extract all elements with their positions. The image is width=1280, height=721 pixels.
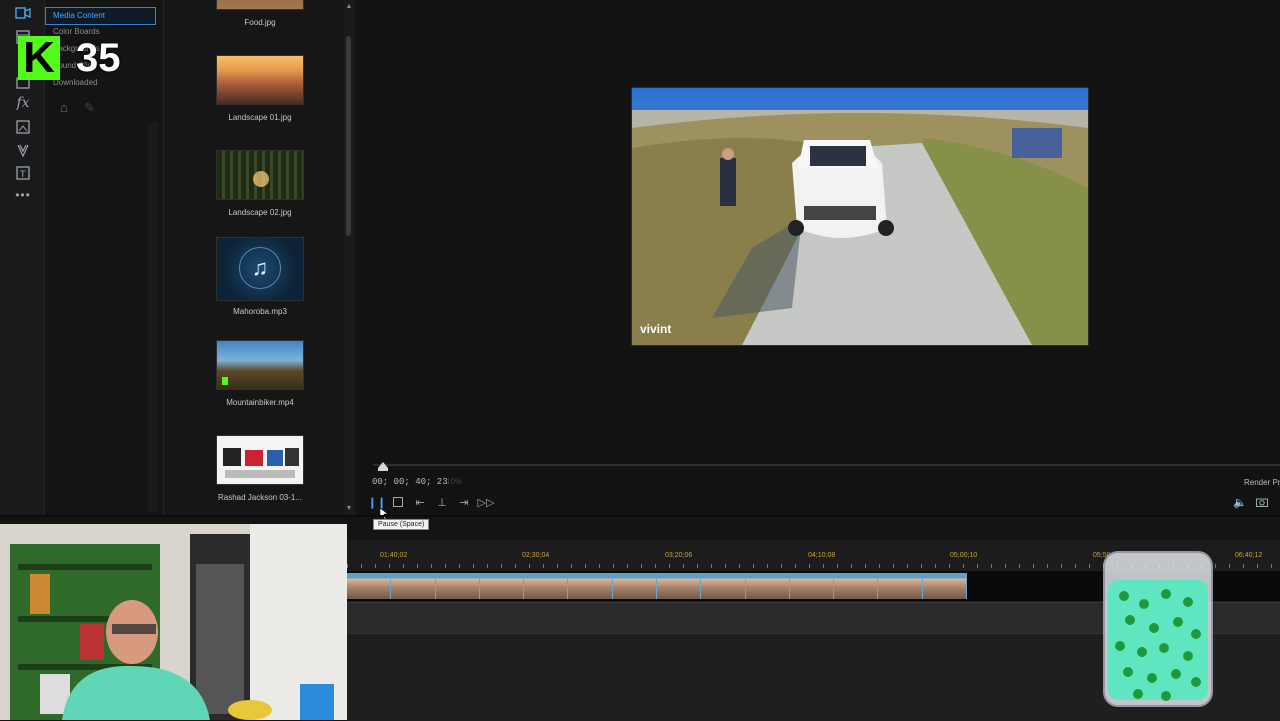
stop-button[interactable] [390, 495, 406, 509]
scroll-up-arrow-icon[interactable]: ▲ [344, 3, 354, 11]
preview-timecode: 00; 00; 40; 23 [372, 477, 448, 487]
ruler-label: 06;40;12 [1235, 552, 1263, 559]
media-item-food[interactable]: Food.jpg [216, 0, 304, 27]
video-clip[interactable] [347, 573, 967, 599]
kick-logo-letter: K [18, 36, 60, 80]
media-thumbnail [216, 435, 304, 485]
stop-icon [393, 497, 403, 507]
particle-icon[interactable] [12, 141, 34, 159]
media-thumbnail [216, 0, 304, 10]
mouse-cursor [379, 507, 389, 521]
render-preview-button[interactable]: Render Pr [1244, 478, 1280, 487]
title-room-icon[interactable]: T [12, 164, 34, 182]
media-room-icon[interactable] [12, 4, 34, 22]
scroll-down-arrow-icon[interactable]: ▼ [344, 505, 354, 513]
more-options-icon[interactable]: ••• [12, 186, 34, 204]
effects-fx-icon[interactable]: fx [12, 94, 34, 112]
ruler-label: 01;40;02 [380, 552, 408, 559]
media-item-label: Food.jpg [244, 18, 276, 27]
preview-video-frame: vivint [631, 87, 1089, 346]
media-library-panel: Food.jpg Landscape 01.jpg Landscape 02.j… [163, 0, 356, 515]
media-item-mahoroba[interactable]: ♫ Mahoroba.mp3 [216, 237, 304, 316]
media-item-label: Mountainbiker.mp4 [226, 398, 294, 407]
media-item-label: Landscape 02.jpg [228, 208, 292, 217]
previous-frame-button[interactable]: ⇤ [412, 495, 428, 509]
ruler-label: 05;00;10 [950, 552, 978, 559]
pause-tooltip: Pause (Space) [373, 519, 430, 530]
kick-logo-overlay: K 35 [14, 36, 132, 84]
media-item-landscape-01[interactable]: Landscape 01.jpg [216, 55, 304, 122]
panel-divider[interactable] [0, 515, 1280, 517]
seek-handle[interactable] [377, 458, 389, 471]
svg-text:T: T [19, 170, 26, 180]
ruler-label: 02;30;04 [522, 552, 550, 559]
volume-icon[interactable]: 🔈 [1232, 495, 1248, 509]
snapshot-camera-icon[interactable] [1254, 495, 1270, 509]
music-note-icon: ♫ [239, 247, 281, 289]
mark-in-button[interactable]: ⊥ [434, 495, 450, 509]
pip-objects-icon[interactable] [12, 118, 34, 136]
media-thumbnail: ♫ [216, 237, 304, 301]
doorbell-camera-frame [632, 88, 1088, 345]
fast-forward-button[interactable]: ▷▷ [478, 495, 495, 509]
jar-overlay-graphic [1100, 548, 1216, 710]
menu-item-media-content[interactable]: Media Content [45, 7, 156, 25]
edit-tag-icon[interactable]: ✎ [84, 100, 104, 120]
ruler-label: 04;10;08 [808, 552, 836, 559]
media-item-mountainbiker[interactable]: Mountainbiker.mp4 [216, 340, 304, 407]
media-item-rashad-jackson[interactable]: Rashad Jackson 03-1... [216, 435, 304, 502]
next-frame-button[interactable]: ⇥ [456, 495, 472, 509]
vivint-watermark: vivint [640, 322, 672, 336]
media-item-landscape-02[interactable]: Landscape 02.jpg [216, 150, 304, 217]
zoom-level-selector[interactable]: 10% [446, 477, 462, 486]
media-item-label: Landscape 01.jpg [228, 113, 292, 122]
tag-list-scrollbar[interactable] [148, 122, 158, 512]
scrollbar-thumb[interactable] [346, 36, 351, 236]
preview-seek-bar[interactable] [373, 464, 1280, 466]
media-item-label: Rashad Jackson 03-1... [217, 493, 303, 502]
media-thumbnail [216, 150, 304, 200]
media-thumbnail [216, 55, 304, 105]
add-tag-icon[interactable]: ⌂ [60, 100, 80, 120]
ruler-label: 03;20;06 [665, 552, 693, 559]
overlay-number: 35 [76, 36, 121, 80]
webcam-overlay [0, 524, 347, 720]
media-item-label: Mahoroba.mp3 [233, 307, 287, 316]
media-thumbnail [216, 340, 304, 390]
